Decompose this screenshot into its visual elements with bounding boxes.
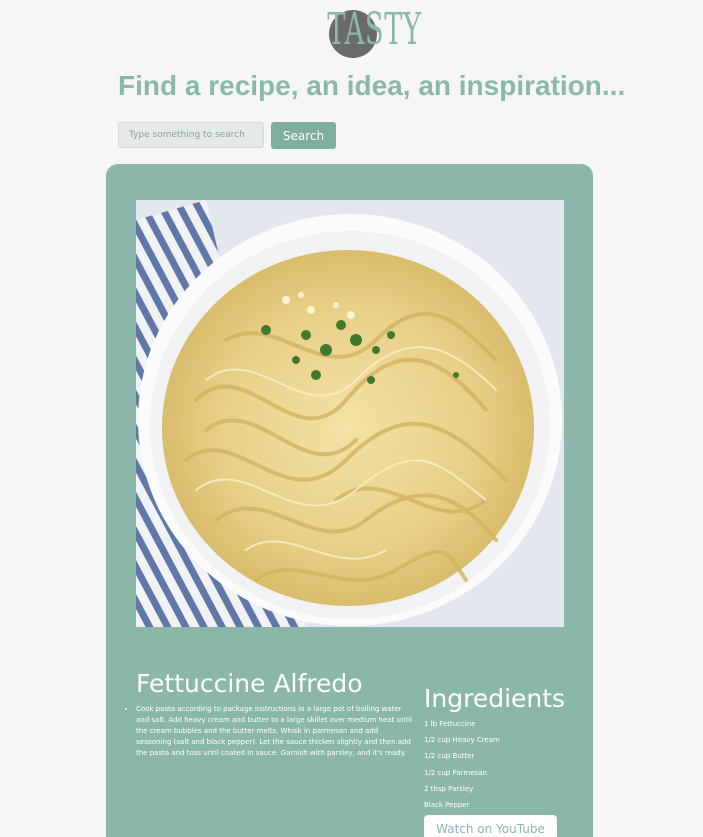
search-button[interactable]: Search	[271, 122, 336, 149]
recipe-image	[136, 200, 564, 627]
page-headline: Find a recipe, an idea, an inspiration..…	[118, 70, 626, 101]
ingredient-item: 1/2 cup Parmesan	[424, 768, 487, 777]
watch-on-youtube-button[interactable]: Watch on YouTube	[424, 815, 557, 837]
ingredient-item: 1/2 cup Butter	[424, 752, 475, 761]
ingredients-list: 1 lb Fettuccine 1/2 cup Heavy Cream 1/2 …	[424, 719, 500, 816]
ingredients-title: Ingredients	[424, 684, 566, 713]
page: TASTY Find a recipe, an idea, an inspira…	[0, 0, 703, 837]
instructions-list: Cook pasta according to package instruct…	[118, 704, 414, 759]
logo-text: TASTY	[327, 4, 422, 55]
ingredient-item: 1 lb Fettuccine	[424, 720, 476, 728]
logo[interactable]: TASTY	[313, 4, 422, 58]
ingredient-item: Black Pepper	[424, 800, 470, 809]
ingredient-item: 2 tbsp Parsley	[424, 784, 474, 793]
instruction-item: Cook pasta according to package instruct…	[136, 704, 414, 759]
recipe-card: Fettuccine Alfredo Cook pasta according …	[106, 164, 593, 837]
recipe-title: Fettuccine Alfredo	[136, 669, 363, 698]
search-input[interactable]	[118, 122, 264, 148]
ingredient-item: 1/2 cup Heavy Cream	[424, 736, 500, 745]
